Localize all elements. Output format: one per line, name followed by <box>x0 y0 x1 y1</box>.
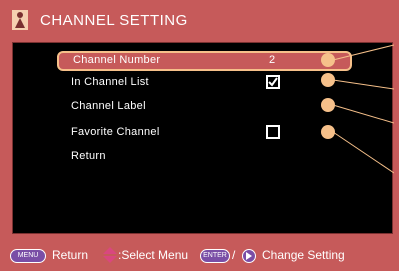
callout-dot-icon <box>321 53 335 67</box>
footer-slash: / <box>232 248 236 262</box>
enter-key-button[interactable]: ENTER <box>200 249 230 263</box>
callout-dot-icon <box>321 98 335 112</box>
title-bar: CHANNEL SETTING <box>0 0 399 40</box>
footer-change-label: Change Setting <box>262 248 345 262</box>
callout-dot-icon <box>321 73 335 87</box>
page-title: CHANNEL SETTING <box>40 12 188 29</box>
callout-dot-icon <box>321 125 335 139</box>
footer-bar: MENU Return :Select Menu ENTER / Change … <box>0 236 399 271</box>
footer-select-label: :Select Menu <box>118 248 189 262</box>
up-down-arrow-icon <box>103 247 117 263</box>
right-arrow-icon <box>246 252 252 260</box>
person-icon <box>12 10 28 30</box>
right-key-button[interactable] <box>242 249 256 263</box>
menu-panel: Channel Number 2 In Channel List Channel… <box>12 42 394 234</box>
dialog-frame: CHANNEL SETTING Channel Number 2 In Chan… <box>0 0 399 271</box>
menu-key-button[interactable]: MENU <box>10 249 46 263</box>
footer-return-label: Return <box>52 248 89 262</box>
callout-lines <box>332 44 394 174</box>
